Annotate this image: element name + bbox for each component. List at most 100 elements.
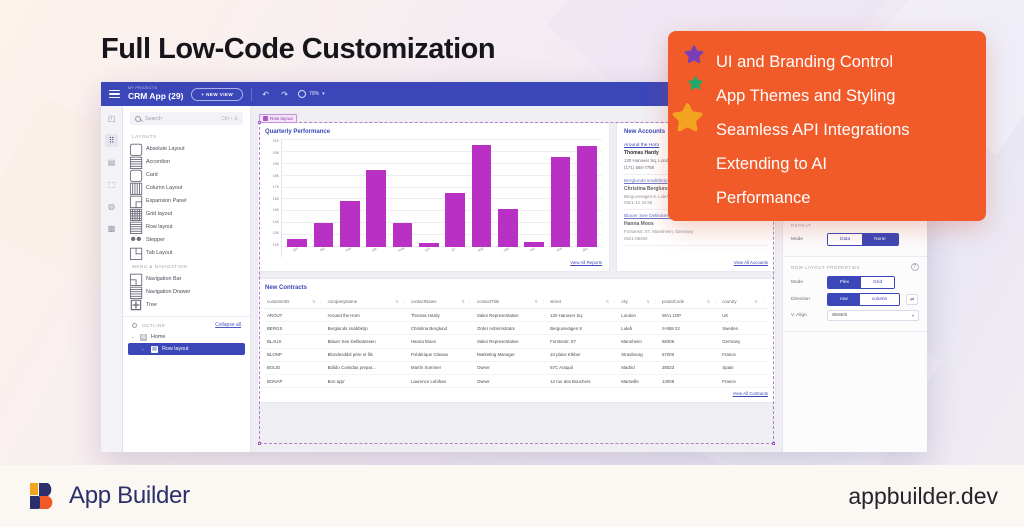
repeat-option-data[interactable]: Data (828, 234, 863, 245)
component-label: Absolute Layout (146, 145, 185, 152)
callout-line-4: Extending to AI (716, 155, 827, 173)
resize-handle[interactable] (772, 442, 775, 445)
resize-handle[interactable] (258, 442, 261, 445)
search-shortcut: Ctrl + E (221, 115, 238, 122)
valign-label: V. Align (791, 313, 807, 318)
repeat-option-none[interactable]: None (862, 234, 898, 245)
chevron-down-icon: ⌄ (131, 334, 135, 339)
page-icon: ▤ (140, 333, 147, 341)
component-label: Row layout (146, 223, 173, 230)
repeat-mode-label: Mode (791, 237, 803, 242)
repeat-group: REPEAT Mode Data None (783, 217, 927, 257)
hamburger-icon[interactable] (109, 89, 120, 99)
outline-node-home[interactable]: ⌄ ▤ Home (123, 331, 250, 343)
undo-icon[interactable]: ↶ (260, 89, 271, 100)
outline-node-row-layout[interactable]: › ▤ Row layout (128, 343, 245, 355)
components-panel: Search Ctrl + E LAYOUTS ▢ Absolute Layou… (123, 106, 251, 452)
chart-bar-dec[interactable] (576, 146, 597, 247)
row-layout-properties-group: ROW LAYOUT PROPERTIES ? Mode Flex Grid D… (783, 257, 927, 332)
x-axis-ticks: jan feb mar apr may jun jul aug sep oct nov dec (282, 246, 602, 257)
page-title: Full Low-Code Customization (101, 33, 496, 65)
swap-icon[interactable]: ⇄ (906, 294, 919, 305)
row-mode-grid[interactable]: Grid (861, 277, 895, 288)
callout-line-3: Seamless API Integrations (716, 121, 910, 139)
footer-bar: App Builder appbuilder.dev (0, 465, 1024, 527)
rail-icon-variables[interactable]: ⬚ (105, 178, 118, 191)
chevron-down-icon: ▾ (911, 313, 914, 318)
new-view-button[interactable]: + NEW VIEW (191, 87, 244, 101)
quarterly-performance-card: Quarterly Performance 21K 20K 19K 18K 17K 16K… (257, 122, 610, 272)
direction-row[interactable]: row (828, 294, 860, 305)
redo-icon[interactable]: ↷ (279, 89, 290, 100)
search-placeholder: Search (145, 115, 162, 122)
callout-line-2: App Themes and Styling (716, 87, 896, 105)
help-icon[interactable]: ? (911, 263, 919, 271)
star-purple-icon (684, 45, 704, 65)
project-name: CRM App (29) (128, 91, 184, 102)
component-tree[interactable]: ⊞ Tree (123, 297, 250, 314)
direction-column[interactable]: column (859, 294, 900, 305)
component-label: Navigation Bar (146, 275, 182, 282)
chart-bar-jul[interactable] (445, 193, 465, 247)
component-label: Tree (146, 301, 157, 308)
chart-bar-sep[interactable] (498, 208, 518, 247)
chart-bar-apr[interactable] (366, 170, 386, 247)
resize-handle[interactable] (258, 121, 261, 124)
rail-icon-themes[interactable]: ◍ (105, 200, 118, 213)
search-input[interactable]: Search Ctrl + E (130, 112, 243, 125)
outline-search-icon[interactable] (132, 322, 137, 328)
rail-icon-components[interactable]: ⠿ (105, 134, 118, 147)
brand-name: App Builder (69, 482, 190, 509)
chevron-down-icon: ▾ (322, 91, 325, 97)
repeat-group-title: REPEAT (791, 223, 812, 228)
collapse-all-link[interactable]: Collapse all (215, 322, 241, 328)
chart-bar-mar[interactable] (340, 201, 360, 247)
callout-line-1: UI and Branding Control (716, 53, 894, 71)
rail-icon-assets[interactable]: ▩ (105, 222, 118, 235)
callout-line-5: Performance (716, 189, 811, 207)
component-label: Tab Layout (146, 249, 173, 256)
zoom-control[interactable]: 79% ▾ (298, 90, 325, 98)
star-green-icon (688, 76, 703, 91)
repeat-mode-segmented: Data None (827, 233, 899, 246)
tab-layout-icon: ◳ (128, 244, 144, 262)
direction-segmented: row column (827, 293, 901, 306)
account-address: Forsterstr. 57, Mannheim, Germany (624, 229, 694, 234)
toolbar-divider (251, 87, 253, 101)
zoom-icon (298, 90, 307, 98)
row-mode-flex[interactable]: Flex (828, 277, 862, 288)
component-label: Grid layout (146, 210, 173, 217)
breadcrumb-eyebrow: MY PROJECTS (128, 86, 158, 91)
feature-callout: UI and Branding Control App Themes and S… (668, 31, 986, 221)
star-orange-icon (672, 103, 703, 134)
component-label: Expansion Panel (146, 197, 187, 204)
valign-value: Stretch (832, 313, 848, 318)
component-tab-layout[interactable]: ◳ Tab Layout (123, 244, 250, 262)
icon-rail: ◰ ⠿ ▤ ⬚ ◍ ▩ (101, 106, 123, 452)
search-icon (135, 115, 141, 122)
row-layout-icon: ▤ (128, 218, 144, 236)
site-url: appbuilder.dev (848, 482, 998, 509)
component-label: Stepper (146, 236, 165, 243)
account-contact-name: Hanna Moos (624, 221, 654, 227)
project-breadcrumb[interactable]: MY PROJECTS CRM App (29) (128, 87, 183, 101)
selection-badge[interactable]: Row layout (259, 114, 297, 123)
row-layout-icon (263, 116, 268, 121)
direction-label: Direction (791, 297, 810, 302)
outline-header: OUTLINE Collapse all (123, 317, 250, 331)
rail-icon-pages[interactable]: ◰ (105, 112, 118, 125)
row-layout-icon: ▤ (151, 345, 158, 353)
chart-bar-nov[interactable] (550, 157, 571, 247)
chart-bar-aug[interactable] (471, 145, 492, 247)
brand-lockup: App Builder (26, 480, 190, 512)
row-mode-label: Mode (791, 280, 803, 285)
chevron-right-icon: › (142, 346, 144, 352)
component-label: Navigation Drawer (146, 288, 191, 295)
rail-icon-data[interactable]: ▤ (105, 156, 118, 169)
component-label: Accordion (146, 158, 170, 165)
chart-bars (282, 139, 602, 247)
bar-chart: 21K 20K 19K 18K 17K 16K 15K 14K 13K 12K jan feb mar… (265, 139, 602, 257)
valign-select[interactable]: Stretch ▾ (827, 310, 919, 321)
component-row-layout[interactable]: ▤ Row layout (123, 218, 250, 236)
account-phone: 0621-08460 (624, 235, 648, 241)
